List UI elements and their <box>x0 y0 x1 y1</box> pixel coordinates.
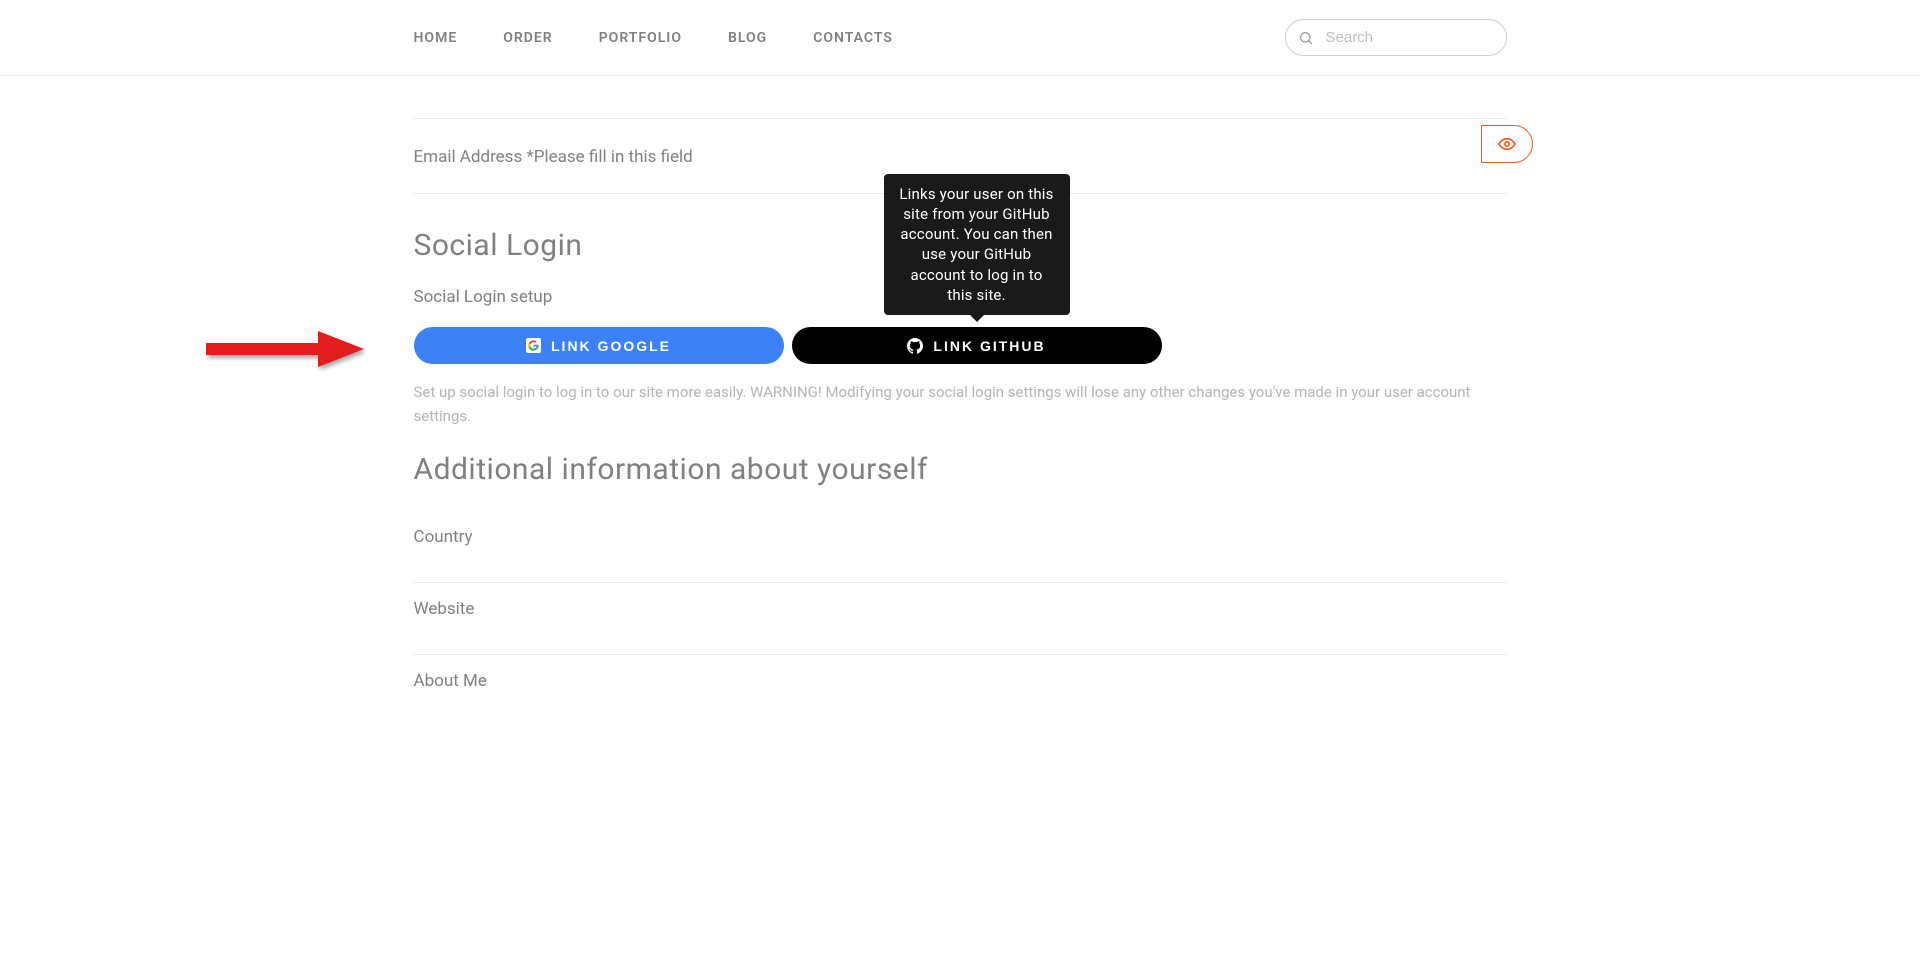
nav-portfolio[interactable]: PORTFOLIO <box>599 30 682 46</box>
github-tooltip: Links your user on this site from your G… <box>884 174 1070 316</box>
nav-order[interactable]: ORDER <box>503 30 552 46</box>
email-label: Email Address * <box>414 147 534 167</box>
github-icon <box>907 338 923 354</box>
nav-contacts[interactable]: CONTACTS <box>813 30 893 46</box>
social-login-buttons: LINK GOOGLE Links your user on this site… <box>414 327 1507 364</box>
arrow-annotation <box>206 326 366 372</box>
visibility-toggle[interactable] <box>1481 125 1533 163</box>
country-field[interactable]: Country <box>414 511 1507 583</box>
main-nav: HOME ORDER PORTFOLIO BLOG CONTACTS <box>414 30 893 46</box>
additional-info-title: Additional information about yourself <box>414 452 1507 487</box>
top-navigation-bar: HOME ORDER PORTFOLIO BLOG CONTACTS <box>0 0 1920 76</box>
link-google-button[interactable]: LINK GOOGLE <box>414 327 784 364</box>
link-google-label: LINK GOOGLE <box>551 338 671 354</box>
email-error: Please fill in this field <box>534 147 693 167</box>
search-container <box>1285 19 1507 56</box>
email-field-row: Email Address * Please fill in this fiel… <box>414 119 1507 167</box>
website-field[interactable]: Website <box>414 583 1507 655</box>
link-github-button[interactable]: LINK GITHUB <box>792 327 1162 364</box>
website-label: Website <box>414 599 1507 619</box>
nav-home[interactable]: HOME <box>414 30 458 46</box>
nav-blog[interactable]: BLOG <box>728 30 767 46</box>
social-login-help: Set up social login to log in to our sit… <box>414 380 1507 428</box>
search-input[interactable] <box>1285 19 1507 56</box>
about-me-field[interactable]: About Me <box>414 655 1507 726</box>
country-label: Country <box>414 527 1507 547</box>
link-github-label: LINK GITHUB <box>933 338 1045 354</box>
search-icon <box>1298 30 1314 46</box>
eye-icon <box>1498 135 1516 153</box>
google-icon <box>526 338 541 353</box>
about-me-label: About Me <box>414 671 1507 691</box>
